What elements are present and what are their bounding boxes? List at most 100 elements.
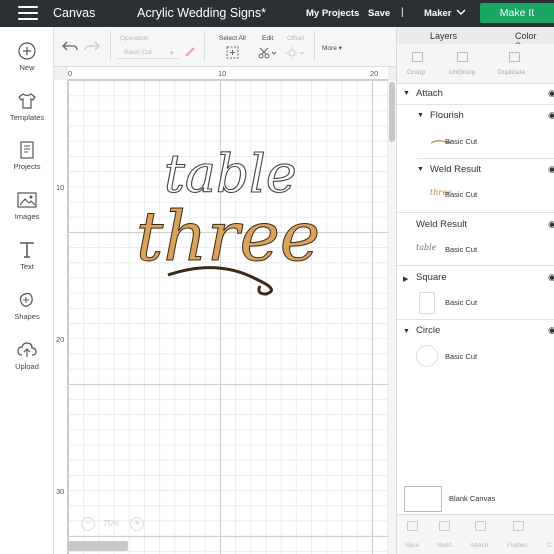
scissors-icon[interactable] (258, 46, 278, 64)
layer-square[interactable]: Square (416, 272, 447, 283)
layer-flourish[interactable]: Flourish (430, 110, 464, 121)
sidebar-item-templates[interactable]: Templates (0, 91, 54, 122)
layer-circle[interactable]: Circle (416, 325, 440, 336)
chevron-down-icon: ▾ (170, 50, 174, 57)
pen-color-icon[interactable] (184, 45, 196, 63)
design-text-table[interactable]: table (163, 144, 297, 205)
sidebar-item-label: Images (14, 212, 40, 221)
header-separator: | (401, 7, 404, 18)
eye-icon[interactable]: ◉ (548, 110, 554, 121)
ruler-top: 0 10 20 (68, 67, 388, 80)
my-projects-link[interactable]: My Projects (306, 8, 359, 19)
design-text-three[interactable]: three (136, 198, 321, 278)
ruler-label: 10 (56, 183, 65, 192)
make-it-button[interactable]: Make It (480, 3, 554, 23)
eye-icon[interactable]: ◉ (548, 164, 554, 175)
sidebar-item-projects[interactable]: Projects (0, 140, 54, 171)
zoom-in-button[interactable]: + (130, 517, 144, 531)
left-sidebar: New Templates Projects Images Text Shape… (0, 27, 54, 554)
weld-icon[interactable] (439, 521, 450, 531)
top-header: Canvas Acrylic Wedding Signs* My Project… (0, 0, 554, 27)
slice-icon[interactable] (407, 521, 418, 531)
sidebar-item-upload[interactable]: Upload (0, 340, 54, 371)
sidebar-item-label: Text (20, 262, 34, 271)
zoom-out-button[interactable]: − (81, 517, 95, 531)
collapse-caret-icon[interactable]: ▼ (403, 90, 410, 97)
eye-icon[interactable]: ◉ (548, 88, 554, 99)
weld-result-thumbnail: table (416, 243, 437, 252)
horizontal-scrollbar[interactable] (68, 541, 128, 551)
toolbar-divider (314, 31, 315, 61)
design-canvas[interactable]: 0 10 20 10 20 30 table three − 75% + (54, 67, 396, 554)
redo-icon[interactable] (84, 39, 100, 57)
operation-value: Basic Cut (124, 49, 152, 56)
layer-divider (417, 158, 554, 159)
eye-icon[interactable]: ◉ (548, 325, 554, 336)
sidebar-item-label: Templates (9, 113, 45, 122)
edit-label: Edit (262, 35, 274, 42)
ungroup-icon[interactable] (457, 52, 468, 62)
sidebar-item-images[interactable]: Images (0, 190, 54, 221)
offset-icon[interactable] (286, 46, 306, 64)
operation-select[interactable]: Basic Cut ▾ (118, 46, 178, 59)
offset-label: Offset (287, 35, 305, 42)
layers-panel: Layers Color Sync Group UnGroup Duplicat… (396, 27, 554, 554)
group-button[interactable]: Group (407, 69, 425, 76)
zoom-level: 75% (103, 519, 120, 528)
toolbar-divider (204, 31, 205, 61)
square-thumbnail (419, 292, 435, 314)
select-all-icon[interactable] (226, 46, 239, 64)
canvas-grid[interactable]: table three (68, 80, 388, 554)
scrollbar-thumb[interactable] (389, 82, 395, 142)
sidebar-item-new[interactable]: New (0, 41, 54, 72)
expand-caret-icon[interactable]: ▶ (403, 275, 408, 283)
eye-icon[interactable]: ◉ (548, 272, 554, 283)
contour-button[interactable]: C (547, 542, 552, 549)
flatten-button[interactable]: Flatten (507, 542, 527, 549)
layer-attach[interactable]: Attach (416, 88, 443, 99)
hamburger-menu-icon[interactable] (18, 6, 38, 21)
panel-tabs: Layers Color Sync (397, 27, 554, 51)
ungroup-button[interactable]: UnGroup (449, 69, 475, 76)
collapse-caret-icon[interactable]: ▼ (417, 166, 424, 173)
edit-toolbar: Operation Basic Cut ▾ Select All Edit Of… (54, 27, 396, 67)
project-title[interactable]: Acrylic Wedding Signs* (137, 6, 266, 20)
layer-operation: Basic Cut (445, 190, 478, 199)
duplicate-button[interactable]: Duplicate (498, 69, 525, 76)
weld-button[interactable]: Weld (437, 542, 452, 549)
upload-icon (17, 342, 37, 357)
attach-button[interactable]: Attach (470, 542, 488, 549)
more-button[interactable]: More ▾ (322, 44, 342, 52)
collapse-caret-icon[interactable]: ▼ (417, 112, 424, 119)
save-button[interactable]: Save (368, 8, 390, 19)
blank-canvas-swatch[interactable] (404, 486, 442, 512)
app-title: Canvas (53, 6, 96, 20)
group-icon[interactable] (412, 52, 423, 62)
blank-canvas-label: Blank Canvas (449, 494, 496, 503)
sidebar-item-shapes[interactable]: Shapes (0, 290, 54, 321)
vertical-scrollbar[interactable] (388, 80, 396, 554)
layer-divider (397, 104, 554, 105)
sidebar-item-label: New (19, 63, 35, 72)
eye-icon[interactable]: ◉ (548, 219, 554, 230)
layer-operation: Basic Cut (445, 137, 478, 146)
layer-weld-result[interactable]: Weld Result (416, 219, 467, 230)
undo-icon[interactable] (62, 39, 78, 57)
shirt-icon (18, 93, 36, 109)
tab-layers[interactable]: Layers (430, 31, 457, 41)
flatten-icon[interactable] (513, 521, 524, 531)
layer-weld-result[interactable]: Weld Result (430, 164, 481, 175)
machine-select[interactable]: Maker (424, 8, 451, 19)
ruler-label: 30 (56, 487, 65, 496)
attach-icon[interactable] (475, 521, 486, 531)
chevron-down-icon[interactable] (456, 7, 466, 19)
sidebar-item-text[interactable]: Text (0, 240, 54, 271)
operation-label: Operation (120, 35, 149, 42)
sidebar-item-label: Projects (13, 162, 41, 171)
collapse-caret-icon[interactable]: ▼ (403, 328, 410, 335)
layer-actions: Group UnGroup Duplicate (397, 44, 554, 84)
toolbar-divider (110, 31, 111, 61)
ruler-label: 20 (370, 69, 379, 78)
slice-button[interactable]: Slice (405, 542, 419, 549)
duplicate-icon[interactable] (509, 52, 520, 62)
